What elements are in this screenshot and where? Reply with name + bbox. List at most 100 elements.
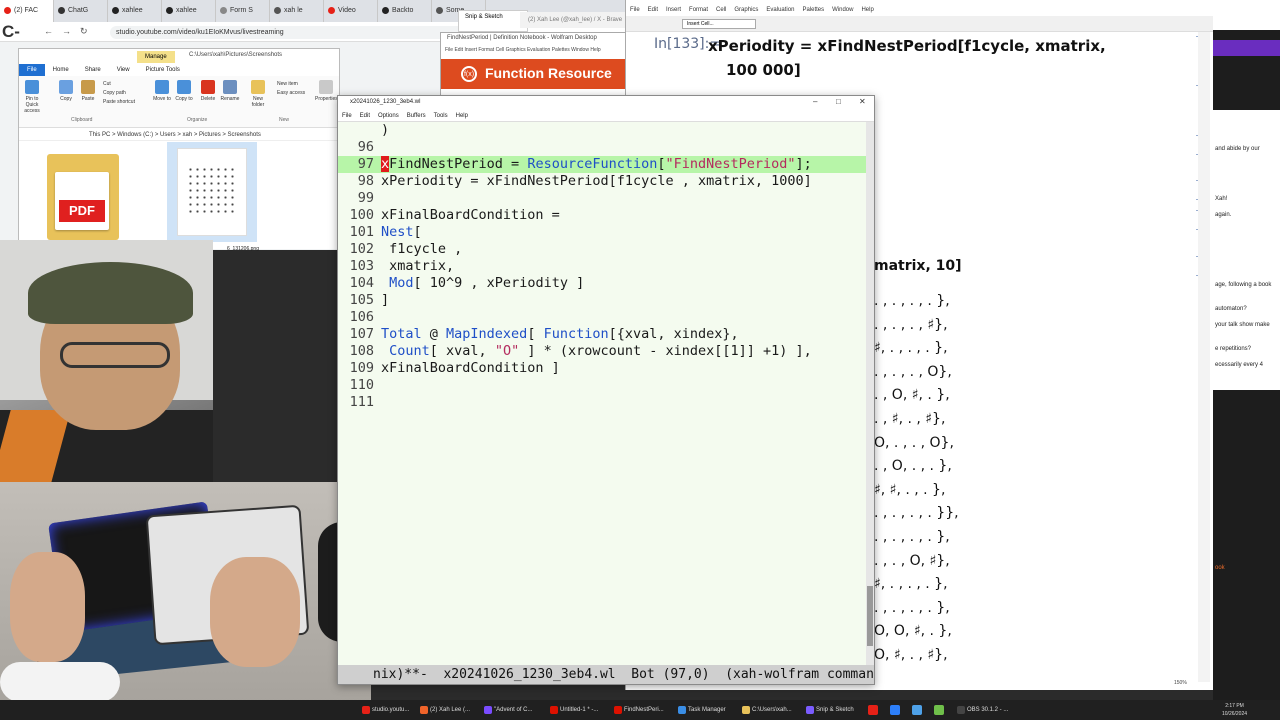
menu-graphics[interactable]: Graphics <box>730 4 762 16</box>
back-icon[interactable]: ← <box>44 26 53 36</box>
input-cell[interactable]: xPeriodity = xFindNestPeriod[f1cycle, xm… <box>708 34 1106 82</box>
system-clock[interactable]: 2:17 PM 10/26/2024 <box>1222 702 1247 718</box>
menu-tools[interactable]: Tools <box>430 111 452 121</box>
move-to-button[interactable]: Move to <box>151 80 173 102</box>
zoom-level[interactable]: 150% <box>1174 680 1187 686</box>
maximize-icon[interactable]: □ <box>836 97 841 106</box>
close-icon[interactable]: ✕ <box>859 97 866 106</box>
x-browser-tab[interactable]: (2) Xah Lee (@xah_lee) / X - Brave <box>520 12 625 28</box>
code-line[interactable]: 105] <box>338 292 866 309</box>
code-line[interactable]: 102 f1cycle , <box>338 241 866 258</box>
app-icon[interactable] <box>934 705 944 715</box>
menu-window[interactable]: Window <box>828 4 857 16</box>
pin-button[interactable]: Pin to Quick access <box>21 80 43 114</box>
code-line[interactable]: 100 xFinalBoardCondition = <box>338 207 866 224</box>
browser-tab[interactable]: Video <box>324 0 378 22</box>
browser-tab[interactable]: (2) FAC <box>0 0 54 22</box>
ribbon-tab-picture-tools[interactable]: Picture Tools <box>138 64 188 76</box>
paste-shortcut-button[interactable]: Paste shortcut <box>103 98 135 107</box>
taskbar-item[interactable]: C:\Users\xah... <box>740 703 792 717</box>
code-line[interactable]: 107 Total @ MapIndexed[ Function[{xval, x… <box>338 326 866 343</box>
snip-sketch-window[interactable]: Snip & Sketch <box>458 10 528 32</box>
code-line[interactable]: 106 <box>338 309 866 326</box>
ribbon-tab-share[interactable]: Share <box>77 64 109 76</box>
menu-insert[interactable]: Insert <box>662 4 685 16</box>
menu-file[interactable]: File <box>338 111 356 121</box>
code-line[interactable]: 110 <box>338 377 866 394</box>
menu-help[interactable]: Help <box>452 111 472 121</box>
pdf-folder-icon[interactable]: PDF <box>47 154 119 240</box>
copy-path-button[interactable]: Copy path <box>103 89 135 98</box>
minimize-icon[interactable]: – <box>813 97 817 106</box>
emacs-scrollbar[interactable] <box>866 122 874 665</box>
code-line[interactable]: 96 <box>338 139 866 156</box>
code-buffer[interactable]: ) 96 97 xFindNestPeriod = ResourceFunction[… <box>338 122 866 665</box>
ribbon-tab-file[interactable]: File <box>19 64 45 76</box>
app-icon[interactable] <box>890 705 900 715</box>
menu-help[interactable]: Help <box>857 4 877 16</box>
file-list: PDF 6_131206.png <box>19 142 339 252</box>
copy-to-button[interactable]: Copy to <box>173 80 195 102</box>
code-line[interactable]: 98 xPeriodity = xFindNestPeriod[f1cycle ,… <box>338 173 866 190</box>
reload-icon[interactable]: ↻ <box>80 26 88 37</box>
taskbar-item[interactable]: FindNestPeri... <box>612 703 664 717</box>
browser-tab[interactable]: Backto <box>378 0 432 22</box>
forward-icon[interactable]: → <box>62 26 71 36</box>
emacs-scroll-thumb[interactable] <box>867 586 873 646</box>
wolfram-scrollbar[interactable] <box>1198 32 1210 682</box>
app-icon[interactable] <box>912 705 922 715</box>
ribbon-tab-view[interactable]: View <box>109 64 138 76</box>
ribbon-tab-home[interactable]: Home <box>45 64 77 76</box>
explorer-title-path: C:\Users\xah\Pictures\Screenshots <box>189 52 283 58</box>
function-resource-menu[interactable]: File Edit Insert Format Cell Graphics Ev… <box>445 47 601 53</box>
menu-edit[interactable]: Edit <box>356 111 374 121</box>
cell-style-select[interactable]: Insert Cell... <box>682 19 756 29</box>
copy-button[interactable]: Copy <box>55 80 77 102</box>
menu-edit[interactable]: Edit <box>644 4 662 16</box>
menu-options[interactable]: Options <box>374 111 403 121</box>
browser-tab[interactable]: xahlee <box>108 0 162 22</box>
code-line[interactable]: 99 <box>338 190 866 207</box>
manage-tab[interactable]: Manage <box>137 51 175 63</box>
taskbar-item[interactable]: studio.youtu... <box>360 703 409 717</box>
function-resource-banner: f(x) Function Resource <box>441 59 631 89</box>
taskbar-item[interactable]: Untitled-1 * -... <box>548 703 598 717</box>
browser-tab[interactable]: ChatG <box>54 0 108 22</box>
app-icon[interactable] <box>868 705 878 715</box>
taskbar-item[interactable]: Snip & Sketch <box>804 703 854 717</box>
chat-message: age, following a book <box>1215 282 1272 288</box>
code-line[interactable]: ) <box>338 122 866 139</box>
easy-access-button[interactable]: Easy access <box>277 89 305 98</box>
properties-button[interactable]: Properties <box>315 80 338 102</box>
code-line[interactable]: 103 xmatrix, <box>338 258 866 275</box>
code-line[interactable]: 104 Mod[ 10^9 , xPeriodity ] <box>338 275 866 292</box>
menu-palettes[interactable]: Palettes <box>798 4 828 16</box>
menu-file[interactable]: File <box>626 4 644 16</box>
code-line[interactable]: 111 <box>338 394 866 411</box>
browser-tab[interactable]: xah le <box>270 0 324 22</box>
code-line[interactable]: 97 xFindNestPeriod = ResourceFunction["Fi… <box>338 156 866 173</box>
paste-button[interactable]: Paste <box>77 80 99 102</box>
screenshot-thumbnail[interactable]: 6_131206.png <box>167 142 259 252</box>
taskbar-item[interactable]: "Advent of C... <box>482 703 532 717</box>
new-folder-button[interactable]: New folder <box>247 80 269 108</box>
line-code: ] <box>381 292 390 308</box>
code-line[interactable]: 108 Count[ xval, "O" ] * (xrowcount - xi… <box>338 343 866 360</box>
browser-tab[interactable]: xahlee <box>162 0 216 22</box>
menu-cell[interactable]: Cell <box>712 4 730 16</box>
delete-button[interactable]: Delete <box>197 80 219 102</box>
taskbar-item[interactable]: (2) Xah Lee (... <box>418 703 470 717</box>
new-item-button[interactable]: New item <box>277 80 305 89</box>
taskbar-item[interactable]: OBS 30.1.2 - ... <box>955 703 1008 717</box>
taskbar-item[interactable]: Task Manager <box>676 703 726 717</box>
wolfram-toolbar: Insert Cell... <box>626 16 1214 32</box>
menu-buffers[interactable]: Buffers <box>403 111 430 121</box>
menu-format[interactable]: Format <box>685 4 712 16</box>
menu-evaluation[interactable]: Evaluation <box>762 4 798 16</box>
code-line[interactable]: 109 xFinalBoardCondition ] <box>338 360 866 377</box>
code-line[interactable]: 101 Nest[ <box>338 224 866 241</box>
explorer-breadcrumb[interactable]: This PC > Windows (C:) > Users > xah > P… <box>19 129 339 141</box>
browser-tab[interactable]: Form S <box>216 0 270 22</box>
rename-button[interactable]: Rename <box>219 80 241 102</box>
cut-button[interactable]: Cut <box>103 80 135 89</box>
